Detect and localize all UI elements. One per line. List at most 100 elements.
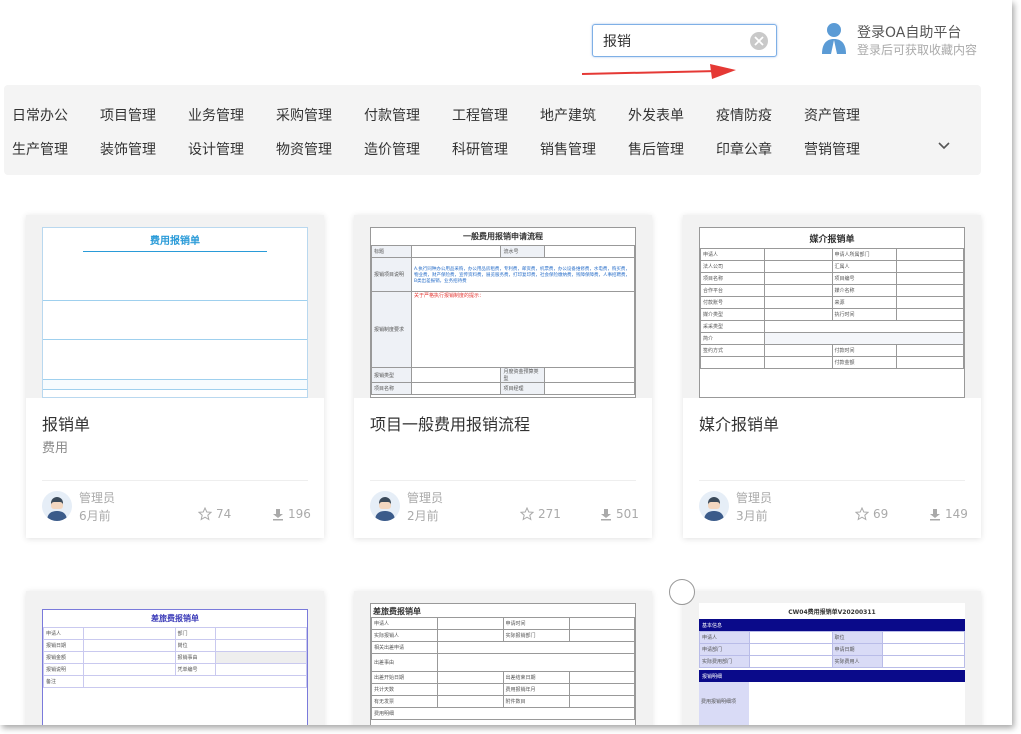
star-count: 271 [538, 507, 561, 521]
search-input[interactable] [603, 31, 743, 51]
card-thumbnail: 一般费用报销申请流程 标题 流水号 报销项目说明 A.执行同种办公用品采购，办公用品… [354, 215, 652, 398]
thumb-cell: 申请日期 [831, 643, 883, 656]
thumb-cell [568, 629, 635, 642]
category-item[interactable]: 物资管理 [276, 139, 332, 159]
thumb-cell [437, 695, 504, 708]
category-item[interactable]: 付款管理 [364, 105, 420, 125]
thumb-cell [83, 627, 176, 640]
circle-marker-icon [669, 579, 695, 605]
card-downloads[interactable]: 149 [929, 507, 968, 521]
avatar [699, 491, 729, 521]
oa-login-title[interactable]: 登录OA自助平台 [857, 22, 961, 42]
page-frame: 登录OA自助平台 登录后可获取收藏内容 日常办公 项目管理 业务管理 采购管理 … [0, 0, 1012, 725]
thumb-cell: 职位 [831, 631, 883, 644]
thumb-cell: 报销日期 [43, 639, 84, 652]
download-icon [601, 509, 611, 521]
category-item[interactable]: 外发表单 [628, 105, 684, 125]
category-item[interactable]: 业务管理 [188, 105, 244, 125]
card-stars[interactable]: 271 [520, 507, 561, 521]
thumb-cell: 项目名称 [700, 272, 765, 285]
template-card[interactable]: 费用报销单 报销单 费用 管理员 6月前 74 196 [26, 215, 324, 538]
category-item[interactable]: 科研管理 [452, 139, 508, 159]
star-icon [198, 507, 212, 521]
clear-search-icon[interactable] [750, 32, 768, 50]
card-thumbnail: CW04费用报销单V20200311 基本信息 申请人 职位 申请部门 申请日期 实… [683, 591, 981, 725]
thumb-cell: 申请人 [699, 631, 750, 644]
thumb-cell: 合作平台 [700, 284, 765, 297]
thumb-cell [881, 655, 965, 668]
thumb-cell: 费用明细 [371, 707, 635, 720]
thumb-cell: 签约方式 [700, 344, 765, 357]
category-item[interactable]: 工程管理 [452, 105, 508, 125]
template-card[interactable]: 差旅费报销单 申请人 申请时间 实际报销人 实际报销部门 相关出差申请 出差事由 出… [354, 591, 652, 725]
oa-login-subtitle: 登录后可获取收藏内容 [857, 43, 978, 57]
category-item[interactable]: 营销管理 [804, 139, 860, 159]
thumb-cell [214, 663, 307, 676]
thumb-cell [764, 356, 833, 369]
category-item[interactable]: 装饰管理 [100, 139, 156, 159]
category-item[interactable]: 造价管理 [364, 139, 420, 159]
thumb-rule [83, 251, 267, 252]
card-stars[interactable]: 69 [855, 507, 888, 521]
card-title[interactable]: 项目一般费用报销流程 [370, 411, 530, 435]
search-box[interactable] [592, 24, 777, 57]
thumb-cell: 媒介名称 [831, 284, 897, 297]
thumb-cell: 出差事由 [371, 653, 438, 672]
thumb-cell [83, 651, 176, 664]
card-author: 管理员 [736, 491, 773, 505]
thumb-cell [764, 320, 964, 333]
template-card[interactable]: 媒介报销单 申请人 申请人所属部门 法人公司 汇属人 项目名称 项目编号 合作平台 媒介… [683, 215, 981, 538]
thumb-cell: 费用报销明细项 [699, 682, 749, 725]
thumb-cell: 部门 [174, 627, 216, 640]
thumb-cell: 申请人 [43, 627, 84, 640]
category-item[interactable]: 疫情防疫 [716, 105, 772, 125]
thumb-cell: 项目经理 [500, 382, 546, 395]
thumb-paper: 差旅费报销单 申请人 申请时间 实际报销人 实际报销部门 相关出差申请 出差事由 出… [370, 603, 636, 725]
thumb-cell [214, 651, 307, 664]
category-item[interactable]: 日常办公 [12, 105, 68, 125]
card-downloads[interactable]: 501 [600, 507, 639, 521]
card-stars[interactable]: 74 [198, 507, 231, 521]
category-item[interactable]: 项目管理 [100, 105, 156, 125]
thumb-cell: 岗位 [174, 639, 216, 652]
thumb-cell: 汇属人 [831, 260, 897, 273]
card-title[interactable]: 媒介报销单 [699, 411, 779, 435]
thumb-table: 标题 流水号 报销项目说明 A.执行同种办公用品采购，办公用品房租费，专利费，邮资费… [371, 245, 635, 395]
thumb-cell: 付款金额 [831, 356, 897, 369]
thumb-cell [764, 308, 833, 321]
card-downloads[interactable]: 196 [272, 507, 311, 521]
thumb-cell [437, 617, 504, 630]
category-item[interactable]: 印章公章 [716, 139, 772, 159]
card-time: 6月前 [79, 509, 111, 523]
card-title[interactable]: 报销单 [42, 411, 90, 435]
thumb-cell: 项目名称 [371, 382, 412, 395]
download-count: 196 [288, 507, 311, 521]
category-item[interactable]: 地产建筑 [540, 105, 596, 125]
category-item[interactable]: 采购管理 [276, 105, 332, 125]
chevron-down-icon[interactable] [937, 141, 951, 151]
thumb-cell [437, 629, 504, 642]
thumb-cell: 出差开始日期 [371, 671, 438, 684]
thumb-cell [764, 272, 833, 285]
category-item[interactable]: 售后管理 [628, 139, 684, 159]
oa-login[interactable]: 登录OA自助平台 登录后可获取收藏内容 [820, 22, 990, 62]
thumb-cell [437, 671, 504, 684]
thumb-cell [881, 631, 965, 644]
template-card[interactable]: CW04费用报销单V20200311 基本信息 申请人 职位 申请部门 申请日期 实… [683, 591, 981, 725]
category-item[interactable]: 设计管理 [188, 139, 244, 159]
category-item[interactable]: 销售管理 [540, 139, 596, 159]
template-card[interactable]: 差旅费报销单 申请人 部门 报销日期 岗位 报销金额 报销事由 报销说明 凭单编号 备注 [26, 591, 324, 725]
thumb-cell [568, 617, 635, 630]
avatar-icon [704, 497, 724, 521]
thumb-cell: 报销项目说明 [371, 257, 412, 292]
thumb-cell: 实际报销人 [371, 629, 438, 642]
thumb-cell: 来源 [831, 296, 897, 309]
category-item[interactable]: 资产管理 [804, 105, 860, 125]
thumb-cell [544, 367, 635, 383]
thumb-cell [895, 272, 964, 285]
thumb-paper: 媒介报销单 申请人 申请人所属部门 法人公司 汇属人 项目名称 项目编号 合作平台 媒介… [699, 227, 965, 398]
template-card[interactable]: 一般费用报销申请流程 标题 流水号 报销项目说明 A.执行同种办公用品采购，办公用品… [354, 215, 652, 538]
card-divider [370, 480, 636, 481]
avatar [370, 491, 400, 521]
category-item[interactable]: 生产管理 [12, 139, 68, 159]
